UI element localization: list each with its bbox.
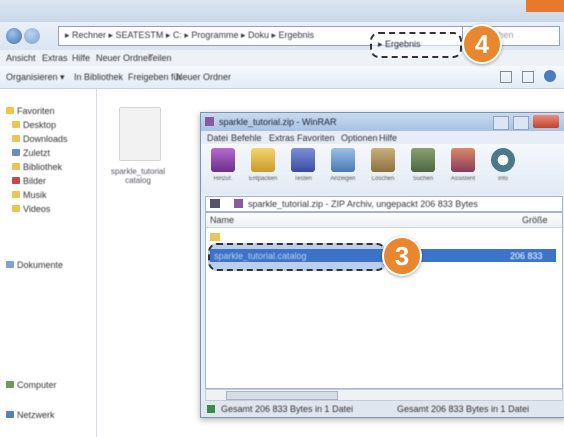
menu-item[interactable]: Datei (207, 133, 228, 143)
menu-item[interactable]: Ansicht (6, 53, 36, 63)
status-left: Gesamt 206 833 Bytes in 1 Datei (221, 404, 354, 414)
nav-item[interactable]: Favoriten (6, 105, 55, 116)
folder-icon (12, 121, 20, 128)
file-label[interactable]: sparkle_tutorial catalog (103, 167, 173, 185)
music-icon (12, 191, 20, 198)
up-folder-icon[interactable] (210, 199, 220, 208)
navigation-pane: Favoriten Desktop Downloads Zuletzt Bibl… (0, 89, 97, 437)
extract-button[interactable]: Entpacken (245, 148, 281, 192)
nav-item[interactable]: Zuletzt (12, 147, 50, 158)
nav-item[interactable]: Netzwerk (6, 409, 55, 420)
nav-item[interactable]: Downloads (12, 133, 68, 144)
archive-status-bar: Gesamt 206 833 Bytes in 1 Datei Gesamt 2… (201, 401, 564, 417)
column-header-size[interactable]: Größe (522, 215, 548, 225)
forward-icon[interactable] (24, 28, 40, 44)
orange-tab (526, 0, 564, 12)
star-icon (6, 107, 14, 114)
find-icon (411, 148, 435, 172)
maximize-icon[interactable] (513, 116, 529, 130)
menu-item[interactable]: Favoriten (297, 133, 335, 143)
share-button[interactable]: Freigeben für (128, 72, 182, 82)
nav-item[interactable]: Bibliothek (12, 161, 62, 172)
wizard-icon (451, 148, 475, 172)
view-icon[interactable] (500, 71, 512, 83)
view-icon (331, 148, 355, 172)
close-icon[interactable] (533, 115, 559, 128)
step-3-callout: 3 (382, 236, 422, 276)
toolbar: Organisieren ▾ In Bibliothek Freigeben f… (0, 66, 564, 89)
wizard-button[interactable]: Assistent (445, 148, 481, 192)
computer-icon (6, 381, 14, 388)
minimize-icon[interactable] (493, 116, 509, 130)
highlight-file-row (208, 243, 386, 271)
menu-item[interactable]: Hilfe (72, 53, 90, 63)
help-icon[interactable] (544, 70, 556, 82)
menu-item[interactable]: Extras (42, 53, 68, 63)
document-icon[interactable] (119, 107, 161, 161)
extract-icon (251, 148, 275, 172)
add-button[interactable]: Hinzuf. (205, 148, 241, 192)
add-icon (211, 148, 235, 172)
archive-toolbar: Hinzuf. Entpacken Testen Anzeigen Lösche… (201, 144, 564, 194)
winrar-icon (205, 117, 214, 126)
organize-button[interactable]: Organisieren ▾ (6, 72, 65, 83)
menu-item[interactable]: Neuer Ordner (96, 53, 151, 63)
info-button[interactable]: Info (485, 148, 521, 192)
title-bar (0, 0, 564, 22)
archive-icon (234, 199, 243, 208)
delete-icon (371, 148, 395, 172)
step-4-callout: 4 (462, 24, 502, 64)
folder-icon (12, 135, 20, 142)
menu-item[interactable]: Optionen (341, 133, 378, 143)
test-button[interactable]: Testen (285, 148, 321, 192)
nav-item[interactable]: Videos (12, 203, 50, 214)
library-button[interactable]: In Bibliothek (74, 72, 123, 82)
archive-title-bar: sparkle_tutorial.zip - WinRAR (201, 113, 564, 131)
folder-icon (12, 163, 20, 170)
test-icon (291, 148, 315, 172)
recent-icon (12, 149, 20, 156)
library-icon (6, 261, 14, 268)
view-button[interactable]: Anzeigen (325, 148, 361, 192)
status-icon (207, 405, 215, 413)
info-icon (491, 148, 515, 172)
menu-item[interactable]: Befehle (231, 133, 262, 143)
archive-path: sparkle_tutorial.zip - ZIP Archiv, ungep… (248, 199, 478, 209)
archive-file-list: Name Größe sparkle_tutorial.catalog 206 … (205, 212, 563, 389)
breadcrumb[interactable]: ▸ Rechner ▸ SEATESTM ▸ C: ▸ Programme ▸ … (65, 30, 365, 41)
new-folder-button[interactable]: Neuer Ordner (176, 72, 231, 82)
archive-title: sparkle_tutorial.zip - WinRAR (219, 117, 337, 127)
network-icon (6, 411, 14, 418)
nav-item[interactable]: Dokumente (6, 259, 63, 270)
nav-item[interactable]: Bilder (12, 175, 46, 186)
pictures-icon (12, 177, 20, 184)
find-button[interactable]: Suchen (405, 148, 441, 192)
scrollbar-thumb[interactable] (226, 391, 338, 400)
list-header: Name Größe (206, 213, 562, 228)
preview-pane-icon[interactable] (522, 71, 534, 83)
back-icon[interactable] (6, 28, 22, 44)
folder-icon (12, 205, 20, 212)
parent-folder-icon[interactable] (210, 233, 220, 241)
nav-item[interactable]: Desktop (12, 119, 56, 130)
delete-button[interactable]: Löschen (365, 148, 401, 192)
horizontal-scrollbar[interactable] (205, 389, 563, 401)
nav-item[interactable]: Musik (12, 189, 47, 200)
nav-item[interactable]: Computer (6, 379, 57, 390)
menu-item[interactable]: Extras (269, 133, 295, 143)
menu-item[interactable]: Hilfe (379, 133, 397, 143)
row-size: 206 833 (510, 251, 543, 261)
menu-item[interactable]: Teilen (148, 53, 172, 63)
highlight-breadcrumb: ▸ Ergebnis (370, 32, 462, 58)
archive-menu-bar: Datei Befehle Extras Favoriten Optionen … (201, 132, 564, 144)
column-header-name[interactable]: Name (210, 215, 234, 225)
archive-path-bar[interactable]: sparkle_tutorial.zip - ZIP Archiv, ungep… (205, 196, 563, 212)
status-right: Gesamt 206 833 Bytes in 1 Datei (397, 404, 530, 414)
highlighted-breadcrumb-text: ▸ Ergebnis (378, 39, 421, 49)
